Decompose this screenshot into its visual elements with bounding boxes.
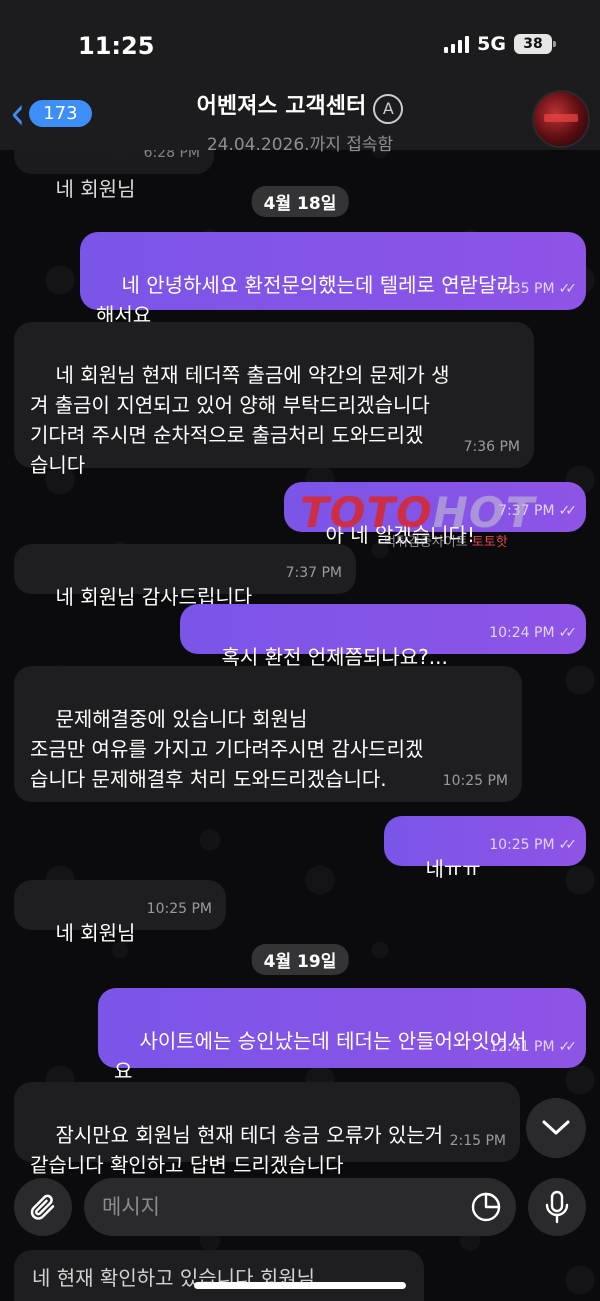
message-bubble-outgoing[interactable]: 사이트에는 승인났는데 테더는 안들어와잇어서 요 12:41 PM ✓✓ — [98, 988, 586, 1083]
message-text: 문제해결중에 있습니다 회원님 조금만 여유를 가지고 기다려주시면 감사드리겠… — [30, 707, 424, 791]
message-meta: 10:25 PM ✓✓ — [489, 830, 578, 860]
battery-level: 38 — [523, 36, 543, 52]
cellular-signal-icon — [444, 35, 470, 53]
chevron-down-icon — [542, 1120, 570, 1135]
network-type: 5G — [477, 33, 506, 55]
home-indicator[interactable] — [194, 1282, 406, 1289]
read-checkmarks-icon: ✓✓ — [558, 1039, 578, 1055]
message-meta: 10:24 PM ✓✓ — [489, 618, 578, 648]
date-separator: 4월 19일 — [251, 944, 349, 975]
message-bubble-outgoing[interactable]: 아 네 알겠습니다! 7:37 PM ✓✓ — [284, 482, 586, 547]
message-time: 2:15 PM — [449, 1133, 506, 1149]
message-text: 아 네 알겠습니다! — [325, 523, 475, 547]
message-text: 네 회원님 — [55, 921, 136, 945]
read-checkmarks-icon: ✓✓ — [558, 281, 578, 297]
message-bubble-incoming[interactable]: 네 회원님 감사드립니다 7:37 PM — [14, 544, 356, 609]
message-bubble-outgoing[interactable]: 네 안녕하세요 환전문의했는데 텔레로 연랃달라 해서요 7:35 PM ✓✓ — [80, 232, 586, 327]
message-meta: 7:35 PM ✓✓ — [498, 274, 578, 304]
message-bubble-incoming[interactable]: 네 회원님 10:25 PM — [14, 880, 226, 945]
attach-button[interactable] — [14, 1178, 72, 1236]
message-composer — [0, 1168, 600, 1248]
message-text: 네 회원님 — [55, 177, 136, 201]
message-text: 네 안녕하세요 환전문의했는데 텔레로 연랃달라 해서요 — [96, 273, 515, 327]
battery-icon: 38 — [514, 34, 556, 54]
message-bubble-outgoing[interactable]: 네ㅠㅠ 10:25 PM ✓✓ — [384, 816, 586, 881]
chat-title: 어벤져스 고객센터 — [196, 94, 367, 119]
message-bubble-incoming[interactable]: 네 회원님 현재 테더쪽 출금에 약간의 문제가 생 겨 출금이 지연되고 있어… — [14, 322, 534, 477]
message-meta: 12:41 PM ✓✓ — [489, 1032, 578, 1062]
read-checkmarks-icon: ✓✓ — [558, 625, 578, 641]
message-meta: 7:37 PM ✓✓ — [498, 496, 578, 526]
message-time: 7:36 PM — [463, 439, 520, 455]
avengers-logo-icon: A — [373, 93, 404, 124]
message-time: 7:37 PM — [498, 503, 555, 519]
message-time: 10:25 PM — [442, 773, 508, 789]
read-checkmarks-icon: ✓✓ — [558, 837, 578, 853]
message-time: 12:41 PM — [489, 1039, 555, 1055]
message-text: 네 회원님 현재 테더쪽 출금에 약간의 문제가 생 겨 출금이 지연되고 있어… — [30, 363, 450, 477]
message-time: 10:25 PM — [489, 837, 555, 853]
chat-header: 11:25 5G 38 ‹ 173 어벤져스 고객센터 A 24.04.2026… — [0, 0, 600, 155]
message-time: 7:35 PM — [498, 281, 555, 297]
scroll-down-button[interactable] — [526, 1098, 586, 1158]
message-bubble-outgoing[interactable]: 혹시 환전 언제쯤되나요?... 10:24 PM ✓✓ — [180, 604, 586, 669]
chat-title-area[interactable]: 어벤져스 고객센터 A 24.04.2026.까지 접속함 — [0, 88, 600, 155]
message-list[interactable]: 네 회원님 6:28 PM 4월 18일 네 안녕하세요 환전문의했는데 텔레로… — [0, 136, 600, 1301]
paperclip-icon — [30, 1194, 55, 1220]
avatar[interactable] — [532, 90, 590, 148]
last-seen-status: 24.04.2026.까지 접속함 — [206, 134, 394, 155]
microphone-icon — [545, 1190, 569, 1224]
message-bubble-incoming[interactable]: 문제해결중에 있습니다 회원님 조금만 여유를 가지고 기다려주시면 감사드리겠… — [14, 666, 522, 802]
message-time: 10:25 PM — [146, 901, 212, 917]
message-bubble-incoming[interactable]: 잠시만요 회원님 현재 테더 송금 오류가 있는거 같습니다 확인하고 답변 드… — [14, 1082, 520, 1177]
message-bubble-incoming[interactable]: 네 현재 확인하고 있습니다 회원님 — [14, 1250, 424, 1301]
sticker-button[interactable] — [470, 1191, 502, 1227]
sticker-icon — [471, 1192, 501, 1222]
read-checkmarks-icon: ✓✓ — [558, 503, 578, 519]
voice-message-button[interactable] — [528, 1178, 586, 1236]
message-time: 7:37 PM — [285, 565, 342, 581]
date-separator: 4월 18일 — [251, 186, 349, 217]
message-text: 사이트에는 승인났는데 테더는 안들어와잇어서 요 — [114, 1029, 527, 1083]
status-indicators: 5G 38 — [444, 33, 556, 55]
message-time: 10:24 PM — [489, 625, 555, 641]
status-time: 11:25 — [78, 32, 155, 60]
message-text: 네ㅠㅠ — [425, 857, 481, 881]
message-input[interactable] — [84, 1178, 516, 1236]
